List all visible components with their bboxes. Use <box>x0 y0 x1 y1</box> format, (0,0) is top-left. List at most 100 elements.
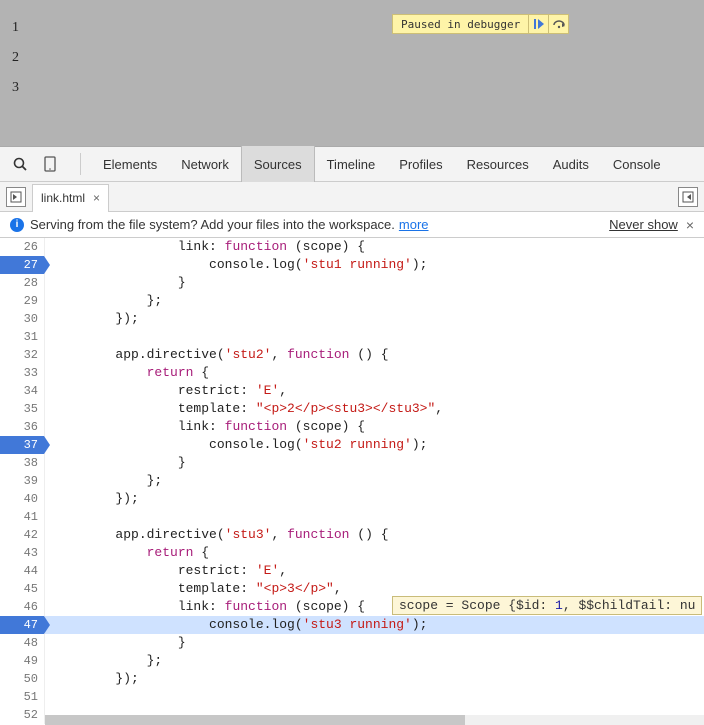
code-line[interactable]: 40 }); <box>0 490 704 508</box>
search-icon <box>13 157 28 172</box>
info-icon: i <box>10 218 24 232</box>
line-number[interactable]: 48 <box>0 634 45 652</box>
tab-audits[interactable]: Audits <box>541 146 601 182</box>
code-line[interactable]: 49 }; <box>0 652 704 670</box>
debugger-panel-icon <box>682 191 694 203</box>
code-line[interactable]: 28 } <box>0 274 704 292</box>
code-line[interactable]: 27 console.log('stu1 running'); <box>0 256 704 274</box>
show-debugger-button[interactable] <box>678 187 698 207</box>
code-line[interactable]: 37 console.log('stu2 running'); <box>0 436 704 454</box>
code-line[interactable]: 50 }); <box>0 670 704 688</box>
line-number[interactable]: 42 <box>0 526 45 544</box>
file-tab[interactable]: link.html × <box>32 184 109 212</box>
tab-sources[interactable]: Sources <box>241 146 315 182</box>
line-number[interactable]: 44 <box>0 562 45 580</box>
page-number: 1 <box>12 20 692 36</box>
line-number[interactable]: 49 <box>0 652 45 670</box>
more-link[interactable]: more <box>399 217 429 232</box>
debugger-paused-badge: Paused in debugger <box>392 14 569 34</box>
line-number[interactable]: 28 <box>0 274 45 292</box>
line-number[interactable]: 46 <box>0 598 45 616</box>
line-number[interactable]: 40 <box>0 490 45 508</box>
code-line[interactable]: 41 <box>0 508 704 526</box>
code-content: template: "<p>2</p><stu3></stu3>", <box>45 400 704 418</box>
line-number[interactable]: 41 <box>0 508 45 526</box>
code-content: restrict: 'E', <box>45 562 704 580</box>
code-line[interactable]: 44 restrict: 'E', <box>0 562 704 580</box>
line-number[interactable]: 30 <box>0 310 45 328</box>
code-line[interactable]: 42 app.directive('stu3', function () { <box>0 526 704 544</box>
line-number[interactable]: 39 <box>0 472 45 490</box>
line-number[interactable]: 34 <box>0 382 45 400</box>
device-mode-button[interactable] <box>40 156 60 172</box>
step-over-button[interactable] <box>548 15 568 33</box>
code-content: }; <box>45 472 704 490</box>
close-icon[interactable]: × <box>93 191 100 205</box>
code-line[interactable]: 36 link: function (scope) { <box>0 418 704 436</box>
code-line[interactable]: 30 }); <box>0 310 704 328</box>
code-line[interactable]: 48 } <box>0 634 704 652</box>
line-number[interactable]: 47 <box>0 616 45 634</box>
code-content: console.log('stu2 running'); <box>45 436 704 454</box>
code-content <box>45 688 704 706</box>
line-number[interactable]: 36 <box>0 418 45 436</box>
code-content: app.directive('stu3', function () { <box>45 526 704 544</box>
line-number[interactable]: 43 <box>0 544 45 562</box>
code-content: }; <box>45 652 704 670</box>
line-number[interactable]: 35 <box>0 400 45 418</box>
search-button[interactable] <box>10 157 30 172</box>
line-number[interactable]: 31 <box>0 328 45 346</box>
show-navigator-button[interactable] <box>6 187 26 207</box>
step-over-icon <box>552 17 566 31</box>
code-line[interactable]: 29 }; <box>0 292 704 310</box>
code-content: app.directive('stu2', function () { <box>45 346 704 364</box>
tab-profiles[interactable]: Profiles <box>387 146 454 182</box>
close-info-button[interactable]: × <box>686 217 694 233</box>
code-line[interactable]: 32 app.directive('stu2', function () { <box>0 346 704 364</box>
resume-icon <box>532 17 546 31</box>
line-number[interactable]: 32 <box>0 346 45 364</box>
code-line[interactable]: 33 return { <box>0 364 704 382</box>
code-content: return { <box>45 544 704 562</box>
code-line[interactable]: 31 <box>0 328 704 346</box>
scope-tooltip: scope = Scope {$id: 1, $$childTail: nu <box>392 596 702 615</box>
tab-elements[interactable]: Elements <box>91 146 169 182</box>
horizontal-scrollbar[interactable] <box>45 715 704 725</box>
code-line[interactable]: 51 <box>0 688 704 706</box>
code-line[interactable]: 34 restrict: 'E', <box>0 382 704 400</box>
code-content <box>45 508 704 526</box>
line-number[interactable]: 27 <box>0 256 45 274</box>
code-line[interactable]: 43 return { <box>0 544 704 562</box>
tab-network[interactable]: Network <box>169 146 241 182</box>
never-show-link[interactable]: Never show <box>609 217 678 232</box>
code-line[interactable]: 38 } <box>0 454 704 472</box>
line-number[interactable]: 45 <box>0 580 45 598</box>
code-editor[interactable]: 26 link: function (scope) {27 console.lo… <box>0 238 704 725</box>
code-line[interactable]: 39 }; <box>0 472 704 490</box>
code-content: link: function (scope) { <box>45 238 704 256</box>
code-content: link: function (scope) { <box>45 418 704 436</box>
code-content: }); <box>45 670 704 688</box>
tab-timeline[interactable]: Timeline <box>315 146 388 182</box>
line-number[interactable]: 50 <box>0 670 45 688</box>
code-line[interactable]: 47 console.log('stu3 running'); <box>0 616 704 634</box>
code-content <box>45 328 704 346</box>
tab-resources[interactable]: Resources <box>455 146 541 182</box>
info-message: Serving from the file system? Add your f… <box>30 217 395 232</box>
code-content: } <box>45 634 704 652</box>
line-number[interactable]: 52 <box>0 706 45 724</box>
resume-button[interactable] <box>528 15 548 33</box>
line-number[interactable]: 51 <box>0 688 45 706</box>
scrollbar-thumb[interactable] <box>45 715 465 725</box>
file-tab-name: link.html <box>41 191 85 205</box>
tab-console[interactable]: Console <box>601 146 673 182</box>
line-number[interactable]: 38 <box>0 454 45 472</box>
code-content: restrict: 'E', <box>45 382 704 400</box>
line-number[interactable]: 33 <box>0 364 45 382</box>
code-content: console.log('stu1 running'); <box>45 256 704 274</box>
code-line[interactable]: 35 template: "<p>2</p><stu3></stu3>", <box>0 400 704 418</box>
code-line[interactable]: 26 link: function (scope) { <box>0 238 704 256</box>
line-number[interactable]: 26 <box>0 238 45 256</box>
line-number[interactable]: 37 <box>0 436 45 454</box>
line-number[interactable]: 29 <box>0 292 45 310</box>
